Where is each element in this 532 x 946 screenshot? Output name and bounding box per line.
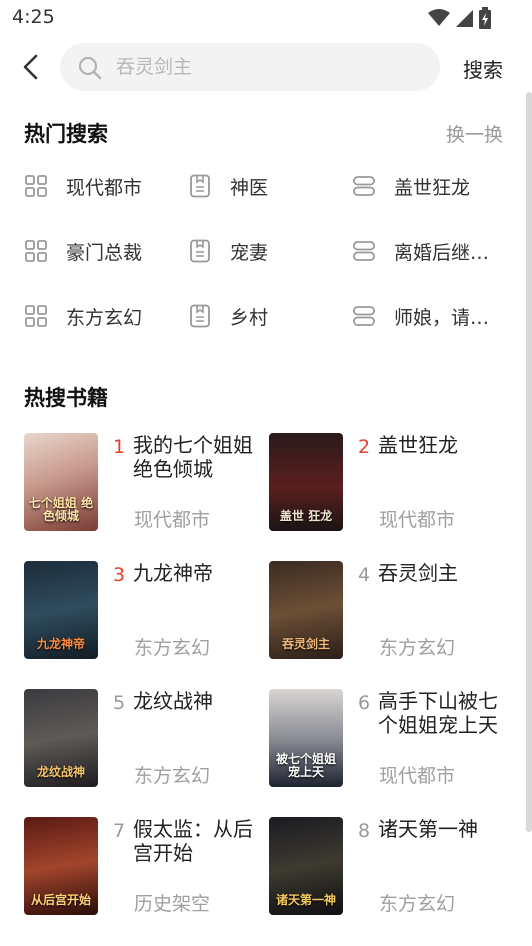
search-box[interactable] — [60, 43, 440, 91]
stack-icon — [352, 304, 376, 328]
status-bar: 4:25 — [0, 0, 532, 36]
book-title: 盖世狂龙 — [378, 433, 458, 457]
book-cover-title: 吞灵剑主 — [281, 637, 330, 651]
search-header: 搜索 — [0, 42, 532, 92]
book-title: 龙纹战神 — [133, 689, 213, 713]
book-item[interactable]: 诸天第一神 8 诸天第一神 东方玄幻 — [269, 817, 509, 917]
book-cover-title: 盖世 狂龙 — [279, 509, 333, 523]
book-title: 诸天第一神 — [378, 817, 478, 841]
book-icon — [188, 304, 212, 328]
book-cover: 盖世 狂龙 — [269, 433, 343, 531]
book-cover: 九龙神帝 — [24, 561, 98, 659]
book-rank: 6 — [358, 692, 371, 714]
book-genre: 现代都市 — [379, 509, 456, 531]
tag-label: 宠妻 — [230, 241, 269, 264]
book-item[interactable]: 从后宫开始 7 假太监：从后宫开始历史架空 — [24, 817, 264, 917]
book-item[interactable]: 被七个姐姐 宠上天 6 高手下山被七个姐姐宠上天现代都市 — [269, 689, 509, 789]
book-genre: 东方玄幻 — [134, 637, 211, 659]
grid-icon — [24, 174, 48, 198]
status-icons — [428, 7, 492, 29]
book-item[interactable]: 九龙神帝 3 九龙神帝 东方玄幻 — [24, 561, 264, 661]
grid-icon — [24, 239, 48, 263]
book-item[interactable]: 龙纹战神 5 龙纹战神 东方玄幻 — [24, 689, 264, 789]
book-rank: 1 — [113, 436, 126, 458]
back-icon[interactable] — [18, 52, 46, 82]
hot-search-tag[interactable]: 豪门总裁 — [24, 231, 142, 271]
book-rank: 5 — [113, 692, 126, 714]
book-title: 假太监：从后宫开始 — [133, 817, 253, 865]
signal-icon — [456, 10, 473, 27]
book-cover-title: 诸天第一神 — [275, 893, 336, 907]
tag-label: 师娘，请… — [394, 306, 490, 329]
book-genre: 现代都市 — [134, 509, 211, 531]
book-item[interactable]: 盖世 狂龙 2 盖世狂龙现代都市 — [269, 433, 509, 533]
book-cover: 吞灵剑主 — [269, 561, 343, 659]
book-genre: 现代都市 — [379, 765, 456, 787]
book-rank: 3 — [113, 564, 126, 586]
book-title: 我的七个姐姐绝色倾城 — [133, 433, 253, 481]
book-cover-title: 七个姐姐 绝色倾城 — [28, 496, 94, 523]
hot-search-tag[interactable]: 宠妻 — [188, 231, 268, 271]
book-rank: 2 — [358, 436, 371, 458]
tag-label: 神医 — [230, 176, 269, 199]
tag-label: 东方玄幻 — [66, 306, 143, 329]
book-rank: 7 — [113, 820, 126, 842]
tag-label: 乡村 — [230, 306, 269, 329]
refresh-button[interactable]: 换一换 — [446, 120, 503, 147]
book-title: 吞灵剑主 — [378, 561, 458, 585]
book-rank: 4 — [358, 564, 371, 586]
book-genre: 历史架空 — [134, 893, 211, 915]
hot-search-tag[interactable]: 乡村 — [188, 296, 268, 336]
book-cover: 被七个姐姐 宠上天 — [269, 689, 343, 787]
hot-search-tag[interactable]: 东方玄幻 — [24, 296, 142, 336]
tag-label: 豪门总裁 — [66, 241, 143, 264]
book-genre: 东方玄幻 — [134, 765, 211, 787]
book-rank: 8 — [358, 820, 371, 842]
book-icon — [188, 239, 212, 263]
book-title: 高手下山被七个姐姐宠上天 — [378, 689, 498, 737]
tag-label: 现代都市 — [66, 176, 143, 199]
book-cover: 七个姐姐 绝色倾城 — [24, 433, 98, 531]
stack-icon — [352, 239, 376, 263]
book-cover-title: 龙纹战神 — [36, 765, 85, 779]
book-cover-title: 被七个姐姐 宠上天 — [275, 752, 336, 779]
hot-search-tag[interactable]: 神医 — [188, 166, 268, 206]
hot-books-title: 热搜书籍 — [24, 386, 108, 410]
search-icon — [78, 56, 102, 80]
wifi-icon — [428, 9, 450, 26]
hot-search-tag[interactable]: 离婚后继… — [352, 231, 489, 271]
book-item[interactable]: 七个姐姐 绝色倾城 1 我的七个姐姐绝色倾城现代都市 — [24, 433, 264, 533]
tag-label: 盖世狂龙 — [394, 176, 471, 199]
grid-icon — [24, 304, 48, 328]
book-genre: 东方玄幻 — [379, 893, 456, 915]
book-icon — [188, 174, 212, 198]
book-cover-title: 九龙神帝 — [36, 637, 85, 651]
hot-search-tag[interactable]: 盖世狂龙 — [352, 166, 470, 206]
book-cover: 龙纹战神 — [24, 689, 98, 787]
status-time: 4:25 — [12, 6, 55, 28]
book-genre: 东方玄幻 — [379, 637, 456, 659]
hot-search-tag[interactable]: 师娘，请… — [352, 296, 489, 336]
hot-search-tag[interactable]: 现代都市 — [24, 166, 142, 206]
search-input[interactable] — [116, 43, 416, 91]
book-cover: 从后宫开始 — [24, 817, 98, 915]
book-cover-title: 从后宫开始 — [30, 893, 91, 907]
scrollbar[interactable] — [526, 92, 532, 832]
book-item[interactable]: 吞灵剑主 4 吞灵剑主 东方玄幻 — [269, 561, 509, 661]
book-cover: 诸天第一神 — [269, 817, 343, 915]
search-button[interactable]: 搜索 — [463, 54, 503, 83]
book-title: 九龙神帝 — [133, 561, 213, 585]
hot-search-title: 热门搜索 — [24, 122, 108, 146]
tag-label: 离婚后继… — [394, 241, 490, 264]
stack-icon — [352, 174, 376, 198]
battery-icon — [479, 7, 491, 29]
